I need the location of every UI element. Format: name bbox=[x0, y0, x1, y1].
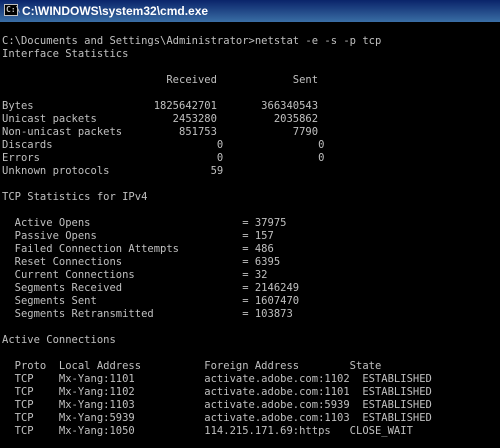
console-line: TCP Mx-Yang:1101 activate.adobe.com:1102… bbox=[2, 373, 432, 385]
console-line: Segments Retransmitted = 103873 bbox=[2, 308, 293, 320]
console-line: Failed Connection Attempts = 486 bbox=[2, 243, 274, 255]
console-line: Segments Sent = 1607470 bbox=[2, 295, 300, 307]
console-line: C:\Documents and Settings\Administrator>… bbox=[2, 35, 382, 47]
console-line: Passive Opens = 157 bbox=[2, 230, 274, 242]
console-line: Interface Statistics bbox=[2, 48, 129, 60]
console-line: TCP Mx-Yang:1102 activate.adobe.com:1101… bbox=[2, 386, 432, 398]
window-title: C:\WINDOWS\system32\cmd.exe bbox=[22, 4, 209, 18]
window-title-bar[interactable]: C:\ C:\WINDOWS\system32\cmd.exe bbox=[0, 0, 500, 22]
console-line: Proto Local Address Foreign Address Stat… bbox=[2, 360, 382, 372]
console-line: TCP Statistics for IPv4 bbox=[2, 191, 148, 203]
console-line: Discards 0 0 bbox=[2, 139, 325, 151]
console-line: TCP Mx-Yang:1050 114.215.171.69:https CL… bbox=[2, 425, 413, 437]
console-line: Current Connections = 32 bbox=[2, 269, 268, 281]
console-line: Non-unicast packets 851753 7790 bbox=[2, 126, 319, 138]
console-app-icon[interactable]: C:\ bbox=[4, 4, 20, 16]
console-line: TCP Mx-Yang:5939 activate.adobe.com:1103… bbox=[2, 412, 432, 424]
console-line: Bytes 1825642701 366340543 bbox=[2, 100, 319, 112]
console-line: Active Connections bbox=[2, 334, 116, 346]
console-line: Unknown protocols 59 bbox=[2, 165, 224, 177]
console-line: Reset Connections = 6395 bbox=[2, 256, 281, 268]
console-line: Received Sent bbox=[2, 74, 319, 86]
console-line: Active Opens = 37975 bbox=[2, 217, 287, 229]
console-line: Segments Received = 2146249 bbox=[2, 282, 300, 294]
console-line: Errors 0 0 bbox=[2, 152, 325, 164]
console-line: TCP Mx-Yang:1103 activate.adobe.com:5939… bbox=[2, 399, 432, 411]
console-output[interactable]: C:\Documents and Settings\Administrator>… bbox=[0, 22, 500, 448]
console-line: Unicast packets 2453280 2035862 bbox=[2, 113, 319, 125]
